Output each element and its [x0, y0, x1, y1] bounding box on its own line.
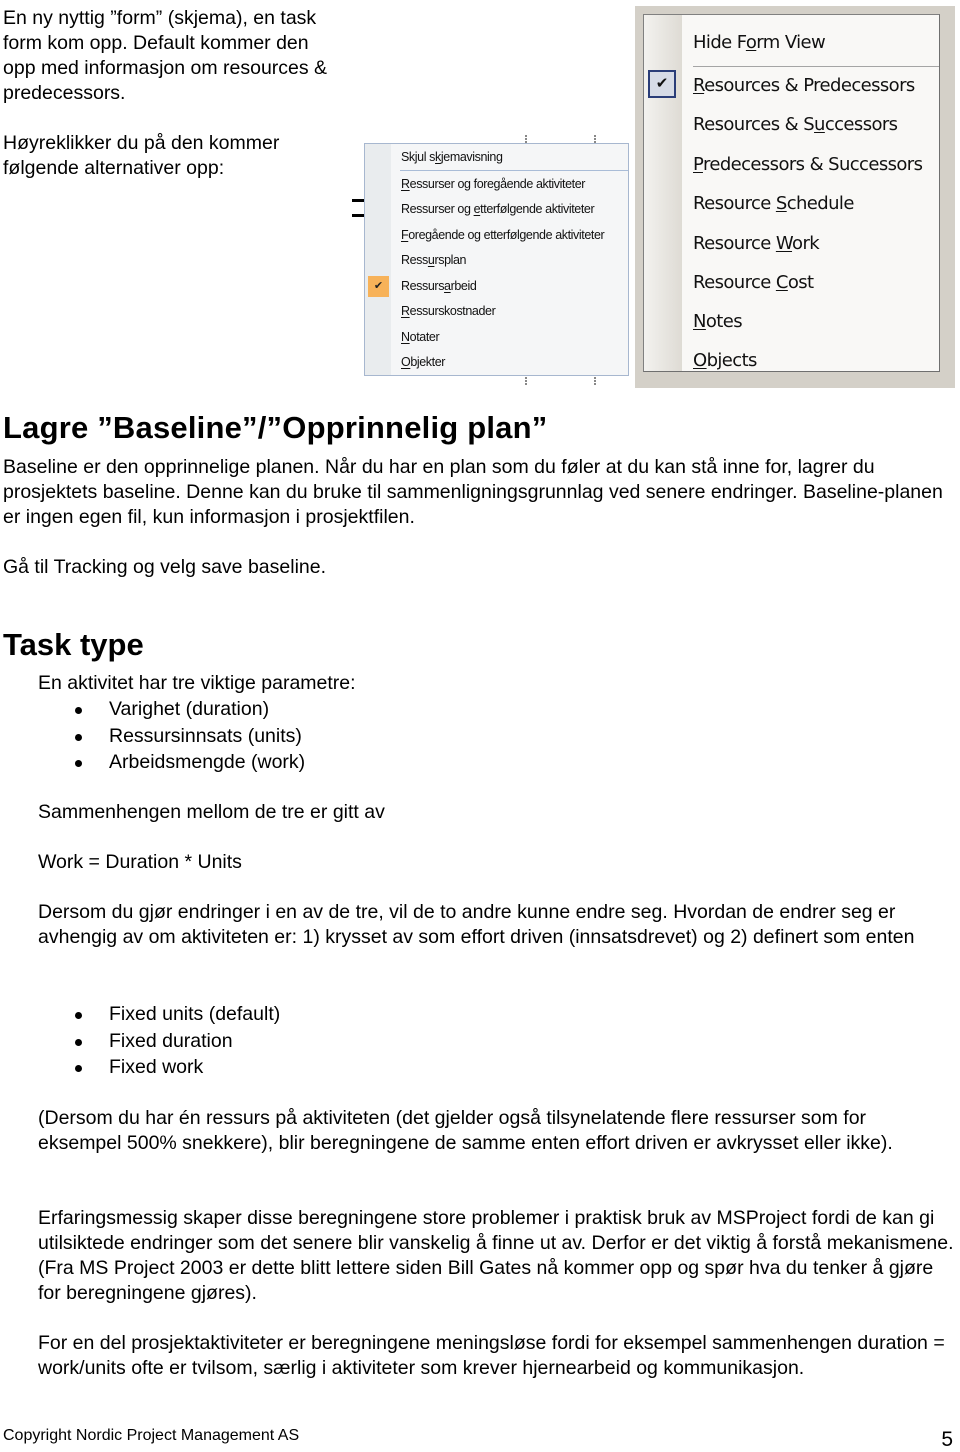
menu-item-ressurser-foregaende[interactable]: Ressurser og foregående aktiviteter: [401, 177, 585, 191]
list-item: Arbeidsmengde (work): [38, 749, 305, 776]
access-key: O: [693, 350, 707, 371]
item-text: esources & Predecessors: [704, 75, 915, 96]
menu-item-resources-predecessors[interactable]: Resources & Predecessors: [693, 75, 915, 96]
list-item: Varighet (duration): [38, 696, 305, 723]
menu-item-resource-work[interactable]: Resource Work: [693, 233, 820, 254]
item-text: Resource: [693, 233, 776, 254]
menu-separator: [693, 66, 939, 67]
column-divider-mark: [525, 135, 527, 143]
menu-item-objects[interactable]: Objects: [693, 350, 757, 371]
item-text: Resources & S: [693, 114, 815, 135]
menu-item-objekter[interactable]: Objekter: [401, 355, 445, 369]
menu-item-notater[interactable]: Notater: [401, 330, 440, 344]
access-key: R: [693, 75, 705, 96]
column-divider-mark: [594, 135, 596, 143]
column-divider-mark: [525, 377, 527, 385]
access-key: O: [401, 355, 411, 369]
list-item: Fixed units (default): [38, 1001, 280, 1028]
access-key: u: [814, 114, 825, 135]
menu-item-skjul-skjemavisning[interactable]: Skjul skjemavisning: [401, 150, 503, 164]
item-text: ork: [792, 233, 820, 254]
menu-item-resource-schedule[interactable]: Resource Schedule: [693, 193, 854, 214]
note-paragraph: (Dersom du har én ressurs på aktiviteten…: [38, 1107, 893, 1154]
check-icon: ✔: [648, 70, 676, 98]
list-item: Ressursinnsats (units): [38, 723, 305, 750]
item-text: Ress: [401, 253, 428, 267]
item-text: tterfølgende aktiviteter: [480, 202, 595, 216]
item-text: ost: [787, 272, 814, 293]
column-divider-mark: [594, 377, 596, 385]
access-key: N: [693, 311, 706, 332]
access-key: P: [693, 154, 704, 175]
access-key: W: [775, 233, 793, 254]
menu-item-foregaende-etterfolgende[interactable]: Foregående og etterfølgende aktiviteter: [401, 228, 605, 242]
baseline-paragraph: Baseline er den opprinnelige planen. Når…: [3, 456, 943, 528]
item-text: redecessors & Successors: [702, 154, 923, 175]
section-heading-baseline: Lagre ”Baseline”/”Opprinnelig plan”: [3, 410, 548, 445]
item-text: otes: [705, 311, 743, 332]
parameter-list: Varighet (duration) Ressursinnsats (unit…: [38, 696, 305, 776]
task-type-list: Fixed units (default) Fixed duration Fix…: [38, 1001, 280, 1081]
menu-item-notes[interactable]: Notes: [693, 311, 743, 332]
intro-text: En ny nyttig ”form” (skjema), en task fo…: [3, 6, 333, 181]
menu-gutter: [644, 15, 682, 371]
menu-item-ressurskostnader[interactable]: Ressurskostnader: [401, 304, 496, 318]
menu-item-ressursplan[interactable]: Ressursplan: [401, 253, 467, 267]
item-text: bjekter: [410, 355, 446, 369]
footer-copyright: Copyright Nordic Project Management AS: [3, 1427, 300, 1444]
menu-item-resource-cost[interactable]: Resource Cost: [693, 272, 814, 293]
menu-item-ressurser-etterfolgende[interactable]: Ressurser og etterfølgende aktiviteter: [401, 202, 595, 216]
item-text: jemavisning: [440, 150, 503, 164]
item-text: rm View: [756, 32, 826, 53]
item-text: rsplan: [434, 253, 467, 267]
dash-mark: [352, 214, 364, 217]
formula-text: Work = Duration * Units: [38, 851, 242, 873]
menu-gutter: [365, 144, 391, 375]
item-text: otater: [409, 330, 440, 344]
item-text: Resource: [693, 193, 776, 214]
context-menu-english-frame: ✔ Hide Form View Resources & Predecessor…: [635, 6, 955, 388]
menu-separator: [400, 170, 628, 171]
item-text: chedule: [786, 193, 855, 214]
item-text: Ressurser og: [401, 202, 474, 216]
item-text: Resource: [693, 272, 776, 293]
section-heading-task-type: Task type: [3, 627, 144, 662]
baseline-instruction: Gå til Tracking og velg save baseline.: [3, 556, 327, 578]
menu-item-predecessors-successors[interactable]: Predecessors & Successors: [693, 154, 923, 175]
item-text: rbeid: [450, 279, 477, 293]
task-type-intro: En aktivitet har tre viktige parametre:: [38, 672, 356, 694]
intro-paragraph: Høyreklikker du på den kommer følgende a…: [3, 132, 280, 179]
item-text: Skjul s: [401, 150, 436, 164]
list-item: Fixed duration: [38, 1028, 280, 1055]
menu-item-resources-successors[interactable]: Resources & Successors: [693, 114, 898, 135]
item-text: Hide F: [693, 32, 746, 53]
list-item: Fixed work: [38, 1054, 280, 1081]
relation-text: Sammenhengen mellom de tre er gitt av: [38, 801, 385, 823]
dash-mark: [352, 199, 364, 202]
item-text: oregående og etterfølgende aktiviteter: [408, 228, 605, 242]
context-menu-english: ✔ Hide Form View Resources & Predecessor…: [643, 14, 940, 372]
item-text: ccessors: [824, 114, 898, 135]
check-icon: ✔: [368, 276, 389, 297]
closing-paragraph: For en del prosjektaktiviteter er beregn…: [38, 1332, 945, 1379]
item-text: essurskostnader: [409, 304, 496, 318]
access-key: R: [401, 177, 410, 191]
menu-item-ressursarbeid[interactable]: Ressursarbeid: [401, 279, 477, 293]
access-key: N: [401, 330, 410, 344]
access-key: R: [401, 304, 410, 318]
item-text: Ressurs: [401, 279, 445, 293]
page-number: 5: [941, 1428, 953, 1451]
access-key: o: [745, 32, 757, 53]
experience-paragraph: Erfaringsmessig skaper disse beregningen…: [38, 1207, 954, 1304]
item-text: bjects: [706, 350, 758, 371]
change-paragraph: Dersom du gjør endringer i en av de tre,…: [38, 901, 915, 948]
access-key: C: [775, 272, 789, 293]
item-text: essurser og foregående aktiviteter: [409, 177, 586, 191]
menu-item-hide-form-view[interactable]: Hide Form View: [693, 32, 826, 53]
intro-paragraph: En ny nyttig ”form” (skjema), en task fo…: [3, 7, 328, 104]
access-key: S: [775, 193, 787, 214]
context-menu-norwegian: ✔ Skjul skjemavisning Ressurser og foreg…: [364, 143, 629, 376]
